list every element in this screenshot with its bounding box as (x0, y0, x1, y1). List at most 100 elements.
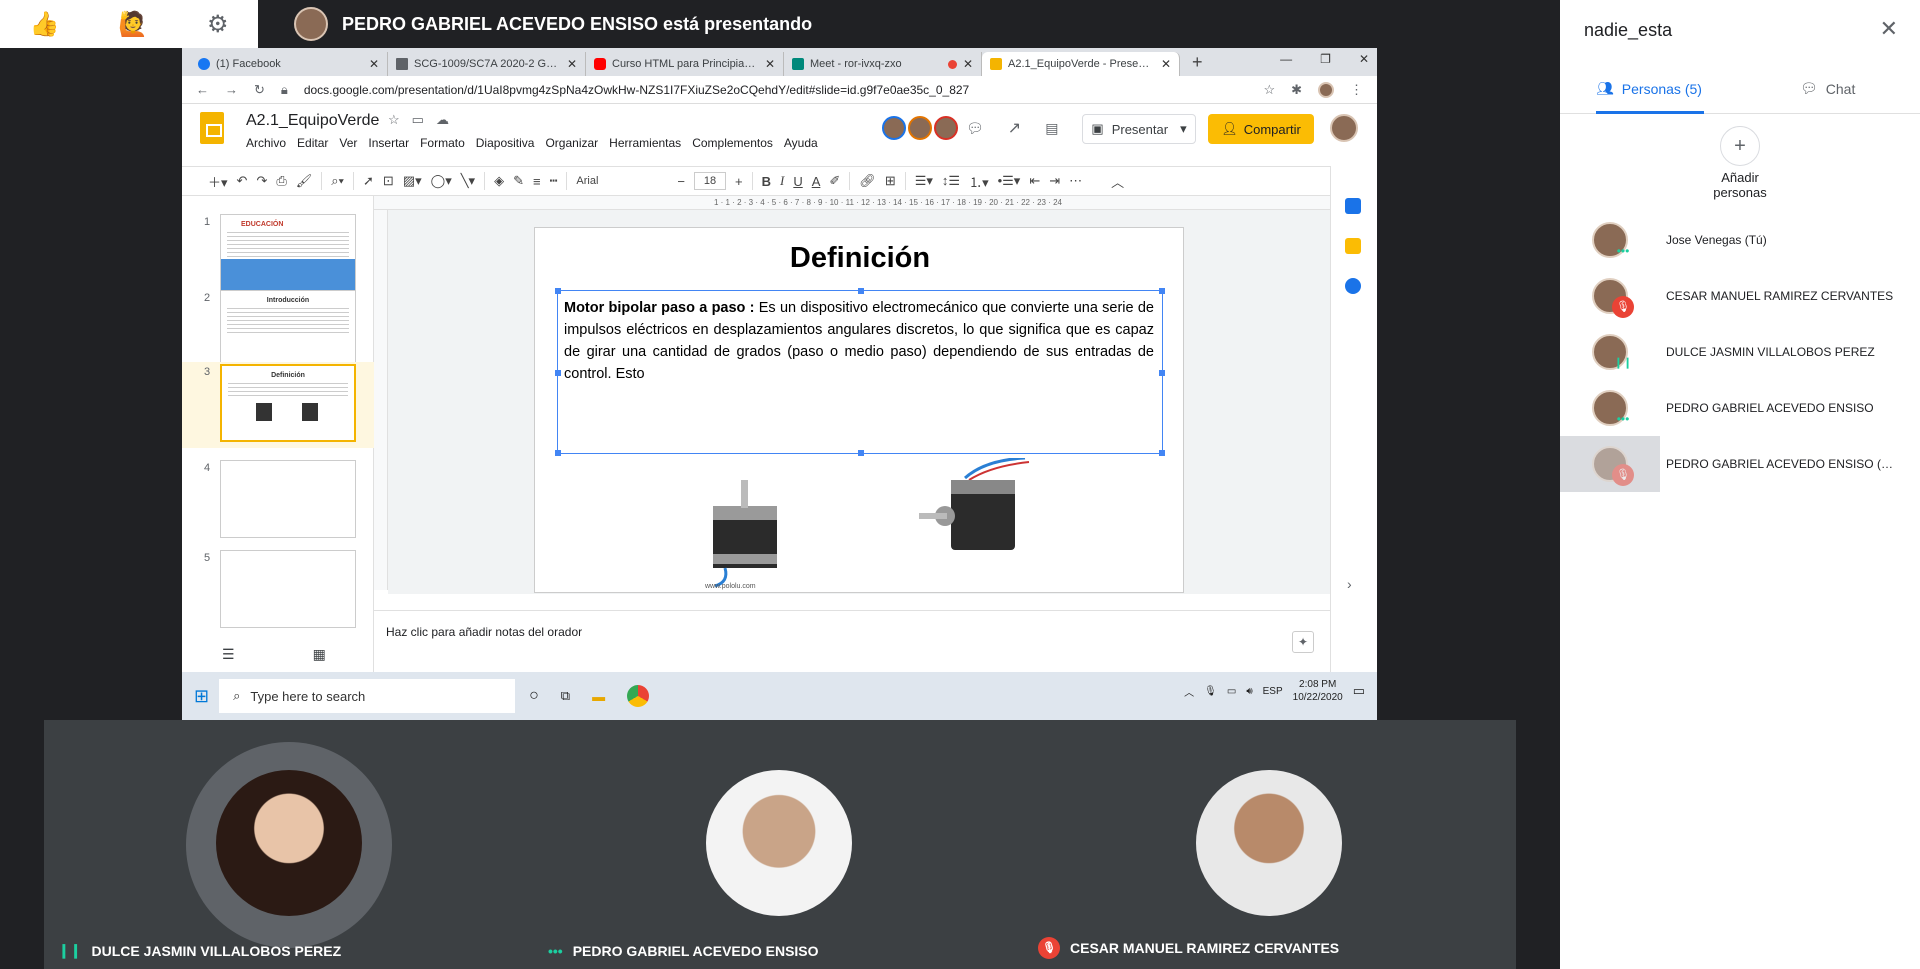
activity-icon[interactable]: ↗ (1008, 118, 1021, 138)
forward-icon[interactable]: → (225, 82, 238, 97)
extensions-icon[interactable]: ✱ (1291, 82, 1302, 98)
resize-handle[interactable] (555, 370, 561, 376)
notes-placeholder[interactable]: Haz clic para añadir notas del orador (386, 625, 582, 639)
browser-tab-active[interactable]: A2.1_EquipoVerde - Presentac ✕ (982, 52, 1180, 76)
stepper-motor-image[interactable] (905, 458, 1035, 576)
zoom-icon[interactable]: ⌕▾ (331, 173, 344, 189)
taskbar-search[interactable]: ⌕ Type here to search (219, 679, 516, 713)
redo-icon[interactable]: ↷ (256, 173, 267, 189)
resize-handle[interactable] (1159, 288, 1165, 294)
underline-icon[interactable]: U (793, 174, 802, 189)
border-weight-icon[interactable]: ≡ (533, 174, 541, 189)
expand-icon[interactable]: › (1347, 576, 1352, 592)
close-icon[interactable]: ✕ (1161, 57, 1171, 71)
windows-start-icon[interactable]: ⊞ (194, 686, 209, 707)
notifications-icon[interactable]: ▭ (1353, 683, 1365, 699)
selected-textbox[interactable]: Motor bipolar paso a paso : Es un dispos… (555, 288, 1165, 456)
language-indicator[interactable]: ESP (1263, 686, 1283, 697)
current-slide[interactable]: Definición Motor bipolar paso a paso : E… (534, 227, 1184, 593)
collaborator-avatar[interactable] (882, 116, 906, 140)
star-icon[interactable]: ☆ (1263, 82, 1275, 98)
microphone-icon[interactable]: 🎙︎ (1204, 686, 1217, 697)
font-size-field[interactable]: 18 (694, 172, 726, 190)
star-icon[interactable]: ☆ (388, 112, 400, 128)
share-button[interactable]: 👤︎ Compartir (1208, 114, 1314, 144)
slide-thumbnail[interactable]: 2 Introducción (182, 290, 374, 372)
resize-handle[interactable] (555, 450, 561, 456)
add-people-button[interactable]: + Añadir personas (1560, 126, 1920, 200)
task-view-icon[interactable]: ⧉ (561, 688, 570, 704)
menu-archivo[interactable]: Archivo (246, 136, 286, 150)
new-tab-icon[interactable]: + (1180, 52, 1215, 76)
line-icon[interactable]: ╲▾ (461, 173, 475, 189)
participant-row[interactable]: 🎙︎ CESAR MANUEL RAMIREZ CERVANTES (1560, 268, 1920, 324)
slide-thumbnail[interactable]: 1 EDUCACIÓN (182, 214, 374, 296)
file-explorer-icon[interactable]: ▬ (592, 689, 605, 704)
participant-tile[interactable]: ❙❙ DULCE JASMIN VILLALOBOS PEREZ (44, 720, 534, 969)
speaker-notes[interactable]: Haz clic para añadir notas del orador ✦ (374, 610, 1330, 672)
menu-ayuda[interactable]: Ayuda (784, 136, 818, 150)
document-title[interactable]: A2.1_EquipoVerde (246, 112, 379, 130)
menu-editar[interactable]: Editar (297, 136, 328, 150)
menu-diapositiva[interactable]: Diapositiva (476, 136, 535, 150)
browser-tab[interactable]: Meet - ror-ivxq-zxo ✕ (784, 52, 982, 76)
menu-formato[interactable]: Formato (420, 136, 465, 150)
keep-icon[interactable] (1345, 238, 1361, 254)
reload-icon[interactable]: ↻ (254, 82, 265, 98)
comments-icon[interactable]: ▤ (1045, 120, 1058, 137)
menu-ver[interactable]: Ver (339, 136, 357, 150)
browser-tab[interactable]: SCG-1009/SC7A 2020-2 Gestió ✕ (388, 52, 586, 76)
user-avatar[interactable] (1330, 114, 1358, 142)
increase-font-icon[interactable]: + (735, 174, 743, 189)
chrome-icon[interactable] (627, 685, 650, 707)
menu-icon[interactable]: ⋮ (1350, 82, 1377, 98)
image-icon[interactable]: ▨▾ (403, 173, 422, 189)
cortana-icon[interactable]: ○ (529, 687, 539, 705)
link-icon[interactable]: 🔗︎ (859, 173, 876, 189)
line-spacing-icon[interactable]: ↕☰ (942, 173, 960, 189)
menu-complementos[interactable]: Complementos (692, 136, 773, 150)
calendar-icon[interactable] (1345, 198, 1361, 214)
browser-tab[interactable]: (1) Facebook ✕ (190, 52, 388, 76)
back-icon[interactable]: ← (196, 82, 209, 97)
resize-handle[interactable] (1159, 370, 1165, 376)
print-icon[interactable]: ⎙ (276, 173, 286, 189)
tab-people[interactable]: 👥︎ Personas (5) (1596, 80, 1702, 97)
participant-tile[interactable]: ••• PEDRO GABRIEL ACEVEDO ENSISO (534, 720, 1024, 969)
align-icon[interactable]: ☰▾ (915, 173, 933, 189)
more-icon[interactable]: ⋯ (1069, 173, 1082, 189)
bold-icon[interactable]: B (762, 174, 771, 189)
italic-icon[interactable]: I (780, 173, 784, 189)
close-window-icon[interactable]: ✕ (1359, 52, 1369, 66)
text-color-icon[interactable]: A (812, 174, 821, 189)
volume-icon[interactable]: 🔊︎ (1246, 686, 1252, 697)
gear-icon[interactable]: ⚙ (207, 10, 229, 38)
comment-history-icon[interactable]: 💬︎ (966, 120, 984, 137)
present-button[interactable]: ▣ Presentar ▾ (1082, 114, 1196, 144)
comment-add-icon[interactable]: ⊞ (885, 173, 896, 189)
maximize-icon[interactable]: ❐ (1320, 52, 1331, 66)
decrease-indent-icon[interactable]: ⇤ (1029, 173, 1040, 189)
numbered-list-icon[interactable]: ⒈▾ (969, 172, 989, 191)
participant-row[interactable]: ••• PEDRO GABRIEL ACEVEDO ENSISO (1560, 380, 1920, 436)
explore-icon[interactable]: ✦ (1292, 631, 1314, 653)
slides-logo-icon[interactable] (200, 112, 224, 144)
new-slide-icon[interactable]: ＋▾ (208, 172, 228, 191)
participant-row[interactable]: 🎙︎ PEDRO GABRIEL ACEVEDO ENSISO (present… (1560, 436, 1920, 492)
collaborator-avatar[interactable] (934, 116, 958, 140)
raise-hand-icon[interactable]: 🙋 (118, 10, 148, 38)
slide-body-text[interactable]: Motor bipolar paso a paso : Es un dispos… (564, 297, 1154, 385)
paint-format-icon[interactable]: 🖌︎ (296, 173, 313, 189)
resize-handle[interactable] (1159, 450, 1165, 456)
slide-thumbnail[interactable]: 4 (182, 460, 374, 542)
participant-row[interactable]: ••• Jose Venegas (Tú) (1560, 212, 1920, 268)
tray-chevron-icon[interactable]: ︿ (1184, 684, 1194, 699)
move-folder-icon[interactable]: ▭ (412, 112, 424, 128)
slide-title[interactable]: Definición (535, 242, 1185, 275)
participant-tile[interactable]: 🎙︎ CESAR MANUEL RAMIREZ CERVANTES (1024, 720, 1514, 969)
increase-indent-icon[interactable]: ⇥ (1049, 173, 1060, 189)
close-icon[interactable]: ✕ (369, 57, 379, 71)
chevron-down-icon[interactable]: ▾ (1180, 121, 1187, 137)
shape-icon[interactable]: ◯▾ (431, 173, 452, 189)
stepper-motor-image[interactable]: www.pololu.com (685, 472, 803, 590)
